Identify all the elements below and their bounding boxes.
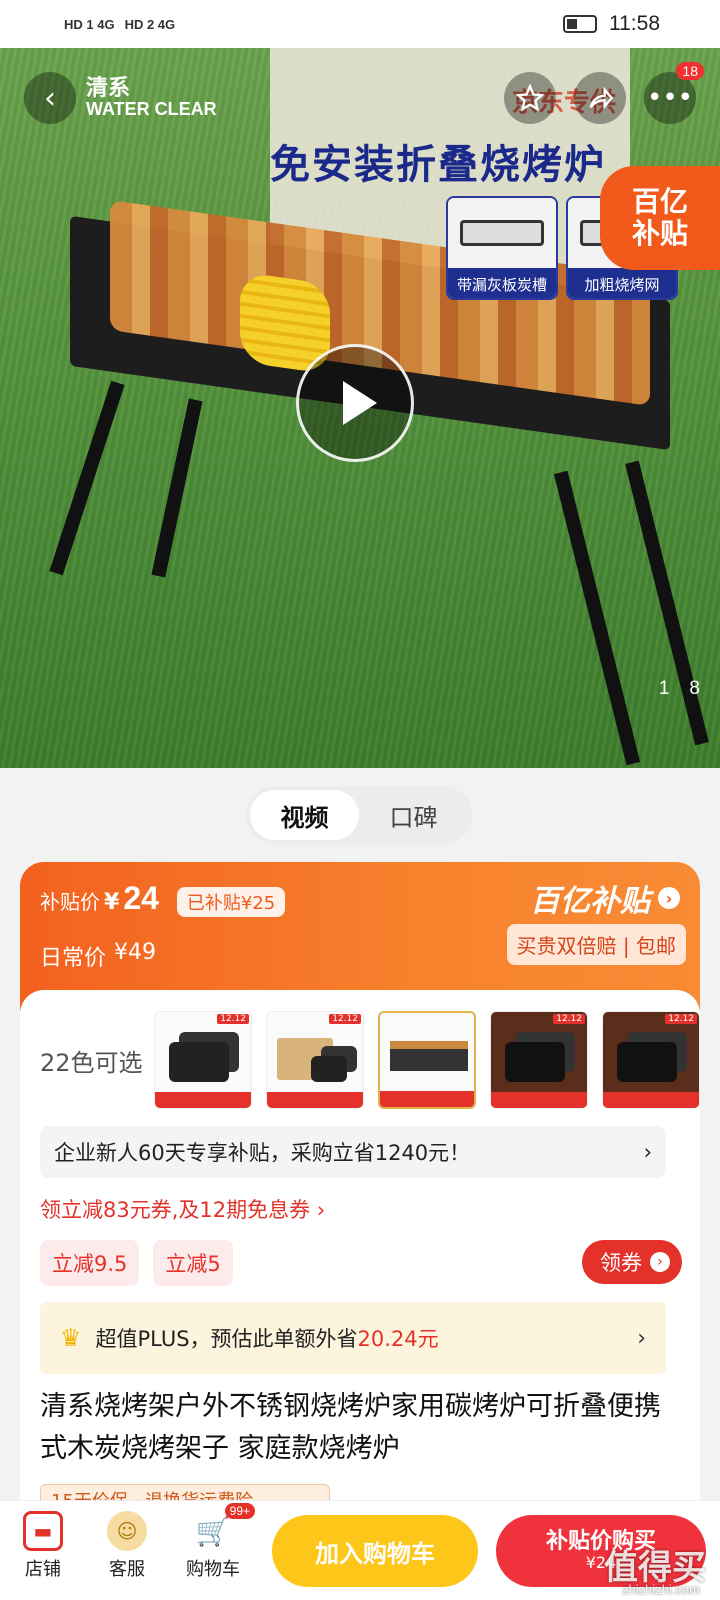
back-button[interactable]: ‹ bbox=[24, 72, 76, 124]
cart-button[interactable]: 🛒 99+ 购物车 bbox=[178, 1503, 255, 1581]
daily-price-label: 日常价 bbox=[40, 946, 107, 971]
watermark-url: zhizhizhi.com bbox=[621, 1582, 700, 1597]
star-icon bbox=[516, 84, 544, 112]
promo-tag: 12.12 bbox=[217, 1014, 249, 1024]
battery-icon bbox=[563, 15, 597, 33]
discount-chip: 立减5 bbox=[153, 1240, 233, 1286]
crown-icon: ♛ bbox=[60, 1324, 82, 1352]
promo-tag: 12.12 bbox=[665, 1014, 697, 1024]
sim1-signal: HD 1 4G bbox=[64, 16, 115, 32]
currency-symbol: ¥ bbox=[104, 890, 120, 915]
hero-headline: 免安装折叠烧烤炉 bbox=[270, 142, 606, 188]
signal-indicators: HD 1 4G HD 2 4G bbox=[64, 17, 175, 32]
enterprise-text: 企业新人60天专享补贴，采购立省1240元！ bbox=[54, 1141, 471, 1165]
enterprise-subsidy-banner[interactable]: 企业新人60天专享补贴，采购立省1240元！ › bbox=[40, 1126, 666, 1178]
shop-button[interactable]: ▬ 店铺 bbox=[8, 1511, 78, 1581]
gallery-pager: 1 8 bbox=[659, 678, 700, 700]
subsidy-sticker: 百亿 补贴 bbox=[600, 166, 720, 270]
brand-name-en: WATER CLEAR bbox=[86, 99, 217, 120]
tab-video[interactable]: 视频 bbox=[250, 790, 359, 840]
feature-caption: 带漏灰板炭槽 bbox=[448, 268, 556, 298]
subsidy-price: 24 bbox=[123, 880, 159, 916]
play-icon bbox=[343, 381, 377, 425]
plus-amount: 20.24元 bbox=[357, 1327, 439, 1351]
feature-caption: 加粗烧烤网 bbox=[568, 268, 676, 298]
get-coupon-button[interactable]: 领券 › bbox=[582, 1240, 682, 1284]
daily-price: ¥49 bbox=[114, 940, 157, 965]
chevron-right-icon: › bbox=[643, 1140, 652, 1164]
promo-tag: 12.12 bbox=[553, 1014, 585, 1024]
discount-chip: 立减9.5 bbox=[40, 1240, 140, 1286]
feature-card-ash-tray: 带漏灰板炭槽 bbox=[446, 196, 558, 300]
get-coupon-label: 领券 bbox=[600, 1251, 642, 1275]
service-icon: ☺ bbox=[107, 1511, 147, 1551]
tray-illustration bbox=[460, 220, 544, 246]
clock: 11:58 bbox=[609, 12, 660, 35]
variant-thumbnail-selected[interactable] bbox=[378, 1011, 476, 1109]
media-tabs: 视频 口碑 bbox=[246, 786, 472, 844]
share-icon bbox=[589, 86, 614, 110]
cart-icon: 🛒 99+ bbox=[193, 1503, 255, 1551]
sim2-signal: HD 2 4G bbox=[124, 16, 176, 32]
promo-tag: 12.12 bbox=[329, 1014, 361, 1024]
subsidy-brand-link[interactable]: 百亿补贴 › bbox=[530, 876, 680, 920]
variant-thumbnail[interactable]: 12.12 bbox=[154, 1011, 252, 1109]
share-button[interactable] bbox=[574, 72, 626, 124]
pager-current: 1 bbox=[658, 678, 670, 699]
brand-header: ‹ 清系 WATER CLEAR bbox=[24, 72, 217, 124]
status-bar: HD 1 4G HD 2 4G 11:58 bbox=[0, 0, 720, 48]
tab-reviews[interactable]: 口碑 bbox=[359, 790, 468, 840]
product-gallery[interactable]: 免安装折叠烧烤炉 京东专供 ‹ 清系 WATER CLEAR ••• 18 带漏… bbox=[0, 48, 720, 768]
chevron-left-icon: ‹ bbox=[44, 80, 56, 116]
coupon-link[interactable]: 领立减83元券,及12期免息券 › bbox=[40, 1194, 325, 1224]
cart-count-badge: 99+ bbox=[224, 1503, 255, 1519]
plus-savings-banner[interactable]: ♛ 超值PLUS，预估此单额外省 20.24元 › bbox=[40, 1302, 666, 1374]
brand-name-cn: 清系 bbox=[86, 76, 131, 101]
more-button[interactable]: ••• 18 bbox=[644, 62, 704, 124]
product-title: 清系烧烤架户外不锈钢烧烤炉家用碳烤炉可折叠便携式木炭烧烤架子 家庭款烧烤炉 bbox=[40, 1391, 661, 1464]
plus-text: 超值PLUS，预估此单额外省 bbox=[95, 1327, 358, 1351]
variant-thumbnail[interactable]: 12.12 bbox=[490, 1011, 588, 1109]
subsidy-price-label: 补贴价 bbox=[40, 890, 100, 914]
play-video-button[interactable] bbox=[296, 344, 414, 462]
favorite-button[interactable] bbox=[504, 72, 556, 124]
notification-badge: 18 bbox=[676, 62, 704, 80]
service-label: 客服 bbox=[109, 1559, 145, 1580]
pager-total: 8 bbox=[689, 678, 700, 699]
add-to-cart-button[interactable]: 加入购物车 bbox=[272, 1515, 478, 1587]
subsidy-brand: 百亿补贴 bbox=[530, 884, 650, 919]
sticker-line: 补贴 bbox=[631, 217, 688, 250]
chevron-right-icon: › bbox=[658, 887, 680, 909]
variant-count: 22色可选 bbox=[40, 1048, 143, 1077]
product-info-card: 22色可选 12.12 12.12 12.12 12.12 企业新人60天专享补… bbox=[20, 990, 700, 1510]
brand-logo: 清系 WATER CLEAR bbox=[86, 77, 217, 119]
variant-thumbnail[interactable]: 12.12 bbox=[602, 1011, 700, 1109]
chevron-right-icon: › bbox=[637, 1325, 646, 1351]
cart-label: 购物车 bbox=[186, 1559, 240, 1580]
chevron-right-icon: › bbox=[650, 1252, 670, 1272]
more-dots-icon: ••• bbox=[646, 83, 693, 113]
guarantee-badge[interactable]: 买贵双倍赔 | 包邮 bbox=[506, 924, 686, 965]
subsidized-amount-badge: 已补贴¥25 bbox=[176, 887, 286, 917]
shop-label: 店铺 bbox=[25, 1559, 61, 1580]
shop-icon: ▬ bbox=[23, 1511, 63, 1551]
customer-service-button[interactable]: ☺ 客服 bbox=[92, 1511, 162, 1581]
variant-selector[interactable]: 22色可选 12.12 12.12 12.12 12.12 bbox=[40, 1010, 700, 1110]
variant-thumbnail[interactable]: 12.12 bbox=[266, 1011, 364, 1109]
sticker-line: 百亿 bbox=[631, 184, 688, 218]
